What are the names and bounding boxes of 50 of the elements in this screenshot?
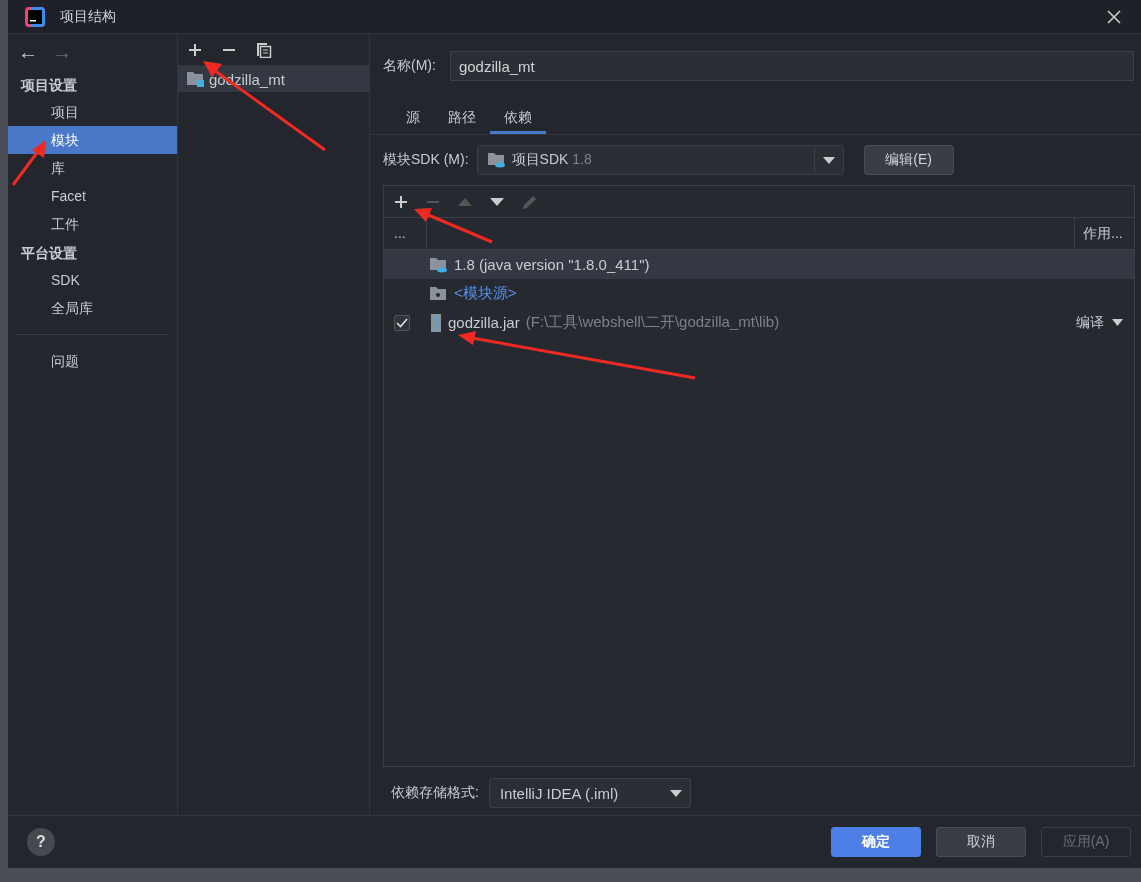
annotation-arrow — [11, 140, 46, 186]
sdk-dropdown[interactable]: 项目SDK 1.8 — [476, 145, 844, 175]
format-dropdown[interactable]: IntelliJ IDEA (.iml) — [488, 778, 691, 808]
dropdown-caret-icon — [1112, 319, 1123, 326]
copy-icon[interactable] — [256, 41, 272, 58]
dialog-button[interactable]: 取消 — [936, 827, 1026, 857]
back-arrow[interactable]: ← — [18, 40, 38, 64]
dropdown-caret-icon — [669, 789, 682, 797]
sidebar-item[interactable]: 全局库 — [8, 294, 177, 322]
scope-dropdown[interactable]: 编译 — [1076, 313, 1123, 332]
dependency-name: godzilla.jar — [448, 314, 520, 331]
section-heading: 平台设置 — [20, 244, 78, 263]
sidebar-item[interactable]: 工件 — [8, 210, 177, 238]
jar-icon — [430, 313, 442, 332]
dialog-button[interactable]: 确定 — [831, 827, 921, 857]
name-field[interactable]: godzilla_mt — [449, 51, 1134, 81]
dependency-name: <模块源> — [454, 284, 517, 303]
sidebar-item[interactable]: Facet — [8, 182, 177, 210]
sdk-folder-icon — [430, 256, 448, 273]
sidebar-item[interactable]: 模块 — [8, 126, 177, 154]
name-label: 名称(M): — [383, 57, 436, 75]
sidebar-item[interactable]: 库 — [8, 154, 177, 182]
table-row[interactable]: godzilla.jar (F:\工具\webshell\二开\godzilla_mt\lib) 编译 — [384, 308, 1134, 337]
tab[interactable]: 源 — [392, 103, 434, 134]
folder-icon — [430, 286, 448, 301]
dependency-name: 1.8 (java version "1.8.0_411") — [454, 256, 650, 273]
sidebar-item[interactable]: SDK — [8, 266, 177, 294]
table-row[interactable]: 1.8 (java version "1.8.0_411") — [384, 250, 1134, 279]
tab[interactable]: 路径 — [434, 103, 490, 134]
add-icon[interactable] — [188, 42, 202, 57]
sdk-folder-icon — [487, 152, 506, 168]
checkbox[interactable] — [394, 314, 410, 331]
section-heading: 项目设置 — [19, 76, 78, 95]
edit-button[interactable]: 编辑(E) — [863, 145, 954, 175]
dependency-path: (F:\工具\webshell\二开\godzilla_mt\lib) — [525, 313, 780, 332]
format-label: 依赖存储格式: — [391, 784, 479, 802]
close-icon[interactable] — [1107, 9, 1121, 24]
sidebar-item[interactable]: 项目 — [8, 98, 177, 126]
column-header: 作用... — [1074, 218, 1134, 249]
dropdown-caret-icon — [822, 156, 835, 164]
module-folder-icon — [187, 71, 205, 87]
window-title: 项目结构 — [60, 7, 116, 26]
add-icon[interactable] — [394, 194, 408, 209]
move-down-icon[interactable] — [490, 197, 504, 206]
app-logo-icon — [24, 5, 46, 28]
help-button[interactable]: ? — [27, 828, 55, 856]
table-row[interactable]: <模块源> — [384, 279, 1134, 308]
tab[interactable]: 依赖 — [490, 103, 546, 134]
sidebar-item[interactable]: 问题 — [8, 347, 177, 375]
sdk-label: 模块SDK (M): — [383, 151, 469, 169]
